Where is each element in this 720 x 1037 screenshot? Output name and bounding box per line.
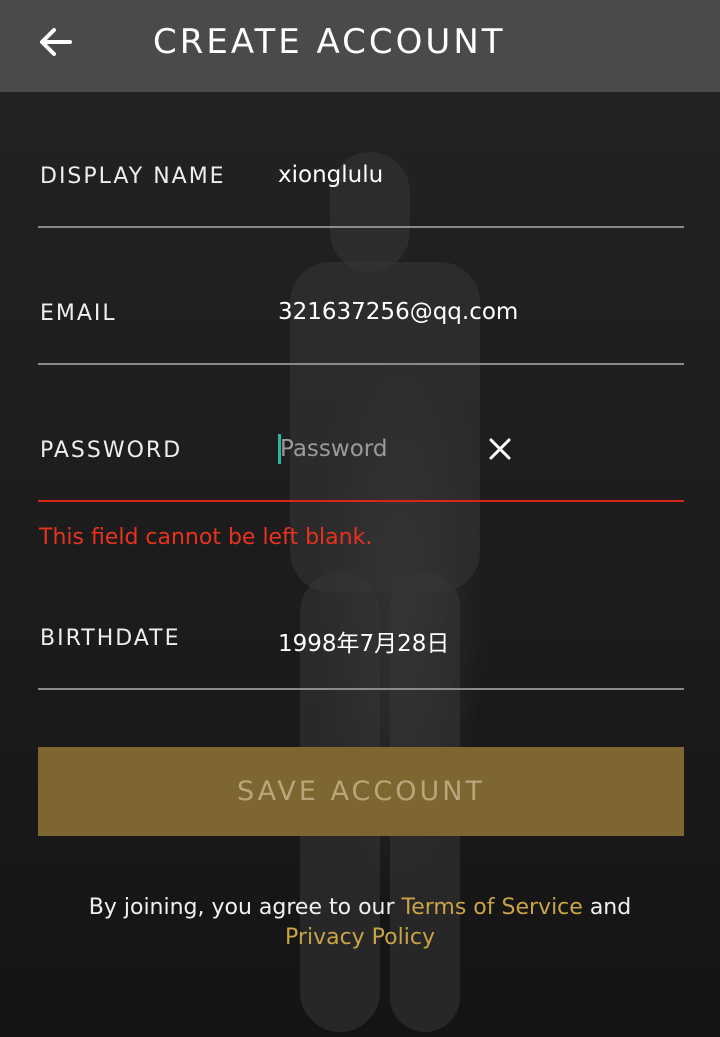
- birthdate-input[interactable]: 1998年7月28日: [278, 624, 658, 658]
- password-error-message: This field cannot be left blank.: [39, 525, 373, 550]
- text-cursor: [278, 434, 281, 464]
- terms-of-service-link[interactable]: Terms of Service: [402, 895, 583, 920]
- legal-prefix: By joining, you agree to our: [88, 895, 395, 920]
- clear-button[interactable]: [485, 432, 515, 466]
- page-title: CREATE ACCOUNT: [153, 22, 506, 62]
- display-name-field: DISPLAY NAME xionglulu: [38, 162, 684, 228]
- display-name-input[interactable]: xionglulu: [278, 162, 658, 188]
- password-field: PASSWORD: [38, 434, 684, 502]
- display-name-label: DISPLAY NAME: [40, 164, 226, 189]
- privacy-policy-link[interactable]: Privacy Policy: [285, 925, 435, 950]
- password-input[interactable]: [280, 434, 480, 464]
- email-field: EMAIL 321637256@qq.com: [38, 299, 684, 365]
- legal-notice: By joining, you agree to our Terms of Se…: [40, 893, 680, 953]
- email-label: EMAIL: [40, 301, 117, 326]
- app-bar: CREATE ACCOUNT: [0, 0, 720, 92]
- birthdate-label: BIRTHDATE: [40, 626, 181, 651]
- email-input[interactable]: 321637256@qq.com: [278, 299, 658, 325]
- save-account-button[interactable]: SAVE ACCOUNT: [38, 747, 684, 836]
- back-button[interactable]: [30, 20, 80, 64]
- legal-conjunction: and: [589, 895, 632, 920]
- birthdate-field: BIRTHDATE 1998年7月28日: [38, 626, 684, 690]
- close-icon: [489, 438, 511, 460]
- password-label: PASSWORD: [40, 438, 183, 463]
- arrow-left-icon: [40, 28, 72, 56]
